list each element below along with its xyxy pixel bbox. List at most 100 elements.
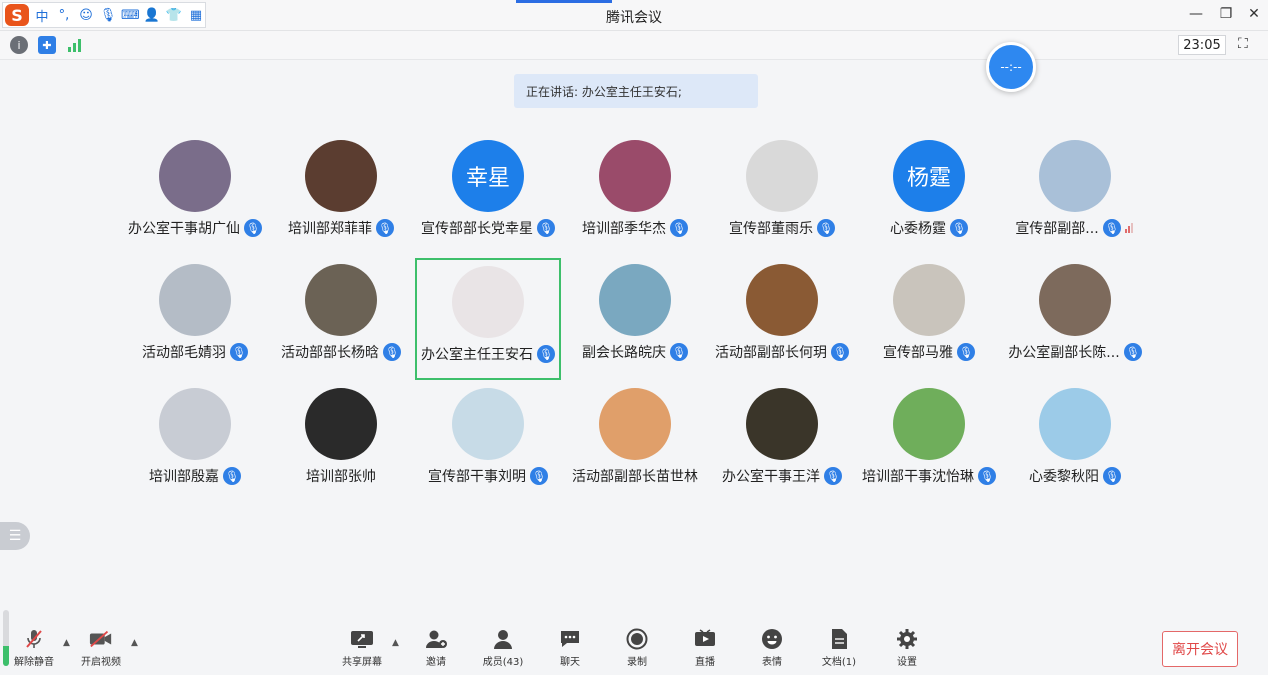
participant-tile[interactable]: 宣传部马雅 🎙 bbox=[856, 256, 1002, 378]
mic-icon: 🎙 bbox=[978, 467, 996, 485]
mic-icon: 🎙 bbox=[230, 343, 248, 361]
avatar bbox=[599, 388, 671, 460]
start-video-label: 开启视频 bbox=[81, 657, 121, 668]
camera-off-icon bbox=[89, 628, 113, 650]
participant-tile[interactable]: 活动部副部长苗世林 bbox=[562, 380, 708, 502]
restore-button[interactable]: ❐ bbox=[1216, 6, 1236, 22]
members-label: 成员(43) bbox=[482, 657, 524, 668]
settings-button[interactable]: 设置 bbox=[874, 628, 940, 668]
mic-icon: 🎙 bbox=[537, 345, 555, 363]
avatar bbox=[1039, 264, 1111, 336]
share-screen-button[interactable]: 共享屏幕 bbox=[329, 628, 395, 668]
avatar bbox=[305, 140, 377, 212]
record-label: 录制 bbox=[627, 657, 647, 668]
participant-tile[interactable]: 办公室副部长陈... 🎙 bbox=[1002, 256, 1148, 378]
title-accent-bar bbox=[516, 0, 612, 3]
emoji-icon bbox=[760, 628, 784, 650]
avatar bbox=[159, 264, 231, 336]
members-icon bbox=[491, 628, 515, 650]
settings-label: 设置 bbox=[897, 657, 917, 668]
participant-name: 活动部副部长何玥 bbox=[715, 345, 827, 361]
mic-icon: 🎙 bbox=[1103, 467, 1121, 485]
participant-tile[interactable]: 宣传部干事刘明 🎙 bbox=[415, 380, 561, 502]
close-button[interactable]: ✕ bbox=[1244, 6, 1264, 22]
participant-tile[interactable]: 培训部郑菲菲 🎙 bbox=[268, 132, 414, 254]
chat-button[interactable]: 聊天 bbox=[537, 628, 603, 668]
audio-level-icon bbox=[1124, 223, 1135, 233]
gear-icon bbox=[895, 628, 919, 650]
participant-name: 办公室副部长陈... bbox=[1008, 345, 1120, 361]
mic-icon: 🎙 bbox=[831, 343, 849, 361]
participant-tile[interactable]: 活动部副部长何玥 🎙 bbox=[709, 256, 855, 378]
participant-name: 宣传部干事刘明 bbox=[428, 469, 526, 485]
mic-icon: 🎙 bbox=[383, 343, 401, 361]
participant-tile[interactable]: 宣传部副部... 🎙 bbox=[1002, 132, 1148, 254]
participant-name: 办公室干事胡广仙 bbox=[128, 221, 240, 237]
mic-icon: 🎙 bbox=[957, 343, 975, 361]
participant-name: 宣传部董雨乐 bbox=[729, 221, 813, 237]
docs-button[interactable]: 文档(1) bbox=[806, 628, 872, 668]
participant-tile[interactable]: 心委黎秋阳 🎙 bbox=[1002, 380, 1148, 502]
chat-label: 聊天 bbox=[560, 657, 580, 668]
participant-tile[interactable]: 副会长路皖庆 🎙 bbox=[562, 256, 708, 378]
invite-user-icon bbox=[424, 628, 448, 650]
live-label: 直播 bbox=[695, 657, 715, 668]
speaking-indicator: 正在讲话: 办公室主任王安石; bbox=[514, 74, 758, 108]
participant-name: 培训部干事沈怡琳 bbox=[862, 469, 974, 485]
emoji-button[interactable]: 表情 bbox=[739, 628, 805, 668]
minimize-button[interactable]: — bbox=[1186, 6, 1206, 22]
mic-muted-icon bbox=[22, 628, 46, 650]
participant-tile[interactable]: 培训部张帅 bbox=[268, 380, 414, 502]
mic-icon: 🎙 bbox=[817, 219, 835, 237]
live-broadcast-icon bbox=[693, 628, 717, 650]
members-button[interactable]: 成员(43) bbox=[470, 628, 536, 668]
participant-tile[interactable]: 办公室干事胡广仙 🎙 bbox=[122, 132, 268, 254]
unmute-button[interactable]: 解除静音 bbox=[1, 628, 67, 668]
participant-tile[interactable]: 培训部季华杰 🎙 bbox=[562, 132, 708, 254]
video-options-caret-icon[interactable]: ▲ bbox=[131, 638, 138, 648]
signal-strength-icon[interactable] bbox=[66, 36, 84, 54]
avatar bbox=[452, 388, 524, 460]
participant-tile-active-speaker[interactable]: 办公室主任王安石 🎙 bbox=[415, 258, 561, 380]
participant-name: 宣传部马雅 bbox=[883, 345, 953, 361]
avatar bbox=[746, 264, 818, 336]
invite-button[interactable]: 邀请 bbox=[403, 628, 469, 668]
avatar bbox=[599, 140, 671, 212]
participant-tile[interactable]: 活动部毛婧羽 🎙 bbox=[122, 256, 268, 378]
avatar bbox=[746, 140, 818, 212]
participant-name: 宣传部部长党幸星 bbox=[421, 221, 533, 237]
participant-tile[interactable]: 活动部部长杨晗 🎙 bbox=[268, 256, 414, 378]
document-icon bbox=[827, 628, 851, 650]
title-bar: S 中 °, ☺ 🎙 ⌨ 👤 👕 ▦ 腾讯会议 — ❐ ✕ bbox=[0, 0, 1268, 31]
bottom-toolbar: 解除静音 ▲ 开启视频 ▲ 共享屏幕 ▲ 邀请 成员(43) 聊天 录制 直播 … bbox=[0, 620, 1268, 675]
participant-tile[interactable]: 办公室干事王洋 🎙 bbox=[709, 380, 855, 502]
participant-tile[interactable]: 幸星 宣传部部长党幸星 🎙 bbox=[415, 132, 561, 254]
participant-name: 培训部殷嘉 bbox=[149, 469, 219, 485]
avatar bbox=[305, 388, 377, 460]
invite-label: 邀请 bbox=[426, 657, 446, 668]
live-button[interactable]: 直播 bbox=[672, 628, 738, 668]
window-title: 腾讯会议 bbox=[606, 10, 662, 26]
security-shield-icon[interactable]: ✚ bbox=[38, 36, 56, 54]
participant-tile[interactable]: 宣传部董雨乐 🎙 bbox=[709, 132, 855, 254]
mic-icon: 🎙 bbox=[537, 219, 555, 237]
info-icon[interactable]: i bbox=[10, 36, 28, 54]
avatar bbox=[305, 264, 377, 336]
leave-meeting-button[interactable]: 离开会议 bbox=[1162, 631, 1238, 667]
record-button[interactable]: 录制 bbox=[604, 628, 670, 668]
mic-icon: 🎙 bbox=[1123, 343, 1142, 361]
share-options-caret-icon[interactable]: ▲ bbox=[392, 638, 399, 648]
mic-icon: 🎙 bbox=[244, 219, 262, 237]
avatar bbox=[159, 388, 231, 460]
participant-tile[interactable]: 培训部殷嘉 🎙 bbox=[122, 380, 268, 502]
participant-name: 副会长路皖庆 bbox=[582, 345, 666, 361]
fullscreen-icon[interactable]: ⛶ bbox=[1238, 36, 1254, 52]
mic-icon: 🎙 bbox=[1102, 219, 1121, 237]
mic-icon: 🎙 bbox=[223, 467, 241, 485]
sidebar-toggle-icon[interactable]: ☰ bbox=[0, 522, 30, 550]
start-video-button[interactable]: 开启视频 bbox=[68, 628, 134, 668]
floating-timer[interactable]: --:-- bbox=[986, 42, 1036, 92]
participant-tile[interactable]: 培训部干事沈怡琳 🎙 bbox=[856, 380, 1002, 502]
participant-tile[interactable]: 杨霆 心委杨霆 🎙 bbox=[856, 132, 1002, 254]
emoji-label: 表情 bbox=[762, 657, 782, 668]
